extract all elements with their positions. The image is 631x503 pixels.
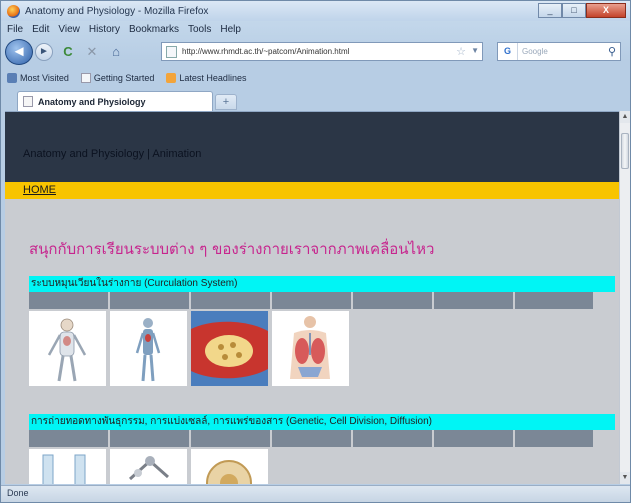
menu-file[interactable]: File [7, 24, 23, 35]
grid-cell [272, 430, 353, 447]
grid-cell [515, 292, 595, 309]
genetics-thumbnail[interactable] [29, 449, 106, 484]
respiratory-thumbnail[interactable] [272, 311, 349, 386]
page-content: Anatomy and Physiology | Animation HOME … [5, 111, 619, 484]
status-text: Done [7, 488, 29, 498]
tab-strip: Anatomy and Physiology + [1, 89, 630, 111]
chevron-down-icon[interactable]: ▼ [471, 46, 479, 55]
grid-cell [191, 292, 272, 309]
reload-icon[interactable]: C [59, 43, 77, 61]
grid-cell [434, 430, 515, 447]
scroll-up-icon[interactable]: ▲ [620, 111, 630, 123]
minimize-button[interactable]: _ [538, 3, 562, 18]
bookmark-getting-started[interactable]: Getting Started [80, 73, 155, 83]
tab-anatomy[interactable]: Anatomy and Physiology [17, 91, 213, 111]
grid-cell [353, 292, 434, 309]
stop-icon[interactable]: ✕ [83, 43, 101, 61]
window-controls: _ □ X [538, 3, 626, 18]
site-title: Anatomy and Physiology | Animation [23, 148, 202, 160]
window-title: Anatomy and Physiology - Mozilla Firefox [25, 5, 209, 17]
forward-button[interactable]: ► [35, 43, 53, 61]
menu-tools[interactable]: Tools [188, 24, 211, 35]
search-icon[interactable]: ⚲ [608, 45, 616, 58]
url-bar[interactable]: http://www.rhmdt.ac.th/~patcom/Animation… [161, 42, 483, 61]
bookmarks-toolbar: Most Visited Getting Started Latest Head… [1, 69, 630, 87]
search-bar[interactable]: G Google ⚲ [497, 42, 621, 61]
thumbnail-row [29, 311, 615, 386]
grid-cell [515, 430, 595, 447]
home-icon[interactable]: ⌂ [107, 43, 125, 61]
grid-cell [29, 292, 110, 309]
grid-cell [29, 430, 110, 447]
site-header: Anatomy and Physiology | Animation [5, 112, 619, 182]
page-icon [166, 45, 177, 58]
close-button[interactable]: X [586, 3, 626, 18]
grid-cell [353, 430, 434, 447]
section-circulation: ระบบหมุนเวียนในร่างกาย (Curculation Syst… [29, 276, 615, 386]
nav-strip [5, 182, 23, 199]
url-text[interactable]: http://www.rhmdt.ac.th/~patcom/Animation… [182, 47, 349, 56]
section-genetics: การถ่ายทอดทางพันธุกรรม, การแบ่งเซลล์, กา… [29, 414, 615, 484]
skeleton-thumbnail[interactable] [29, 311, 106, 386]
search-input[interactable]: Google [522, 47, 608, 56]
navigation-toolbar: ◄ ► C ✕ ⌂ http://www.rhmdt.ac.th/~patcom… [1, 37, 630, 67]
cell-division-thumbnail[interactable] [110, 449, 187, 484]
blood-vessel-thumbnail[interactable] [191, 311, 268, 386]
bookmark-label: Getting Started [93, 73, 155, 83]
grid-cell [110, 292, 191, 309]
grid-cell [434, 292, 515, 309]
bookmark-most-visited[interactable]: Most Visited [7, 73, 69, 83]
bookmark-label: Most Visited [20, 73, 69, 83]
tab-label: Anatomy and Physiology [38, 96, 146, 107]
menu-history[interactable]: History [89, 24, 120, 35]
menu-bar: File Edit View History Bookmarks Tools H… [1, 21, 630, 37]
home-link[interactable]: HOME [23, 184, 56, 196]
google-icon[interactable]: G [498, 43, 518, 60]
browser-window: Anatomy and Physiology - Mozilla Firefox… [0, 0, 631, 503]
most-visited-icon [7, 73, 17, 83]
status-bar: Done [1, 485, 630, 502]
grid-cell [191, 430, 272, 447]
menu-help[interactable]: Help [220, 24, 241, 35]
thumbnail-row [29, 449, 615, 484]
maximize-button[interactable]: □ [562, 3, 586, 18]
rss-feed-icon [166, 73, 177, 83]
vertical-scrollbar[interactable]: ▲ ▼ [619, 111, 630, 484]
page-icon [80, 73, 91, 83]
firefox-logo-icon [7, 4, 20, 18]
grid-cell [110, 430, 191, 447]
menu-view[interactable]: View [58, 24, 80, 35]
section-title[interactable]: การถ่ายทอดทางพันธุกรรม, การแบ่งเซลล์, กา… [29, 414, 615, 430]
circulation-figure-thumbnail[interactable] [110, 311, 187, 386]
page-headline: สนุกกับการเรียนระบบต่าง ๆ ของร่างกายเราจ… [29, 240, 435, 258]
grid-cell [272, 292, 353, 309]
new-tab-button[interactable]: + [215, 94, 237, 110]
grid-row [29, 430, 615, 447]
menu-edit[interactable]: Edit [32, 24, 49, 35]
scroll-thumb[interactable] [621, 133, 629, 169]
bookmark-latest-headlines[interactable]: Latest Headlines [166, 73, 246, 83]
bookmark-star-icon[interactable]: ☆ [456, 45, 466, 58]
site-nav: HOME [23, 182, 619, 199]
scroll-down-icon[interactable]: ▼ [620, 472, 630, 484]
grid-row [29, 292, 615, 309]
page-icon [23, 96, 33, 107]
section-title[interactable]: ระบบหมุนเวียนในร่างกาย (Curculation Syst… [29, 276, 615, 292]
title-bar: Anatomy and Physiology - Mozilla Firefox… [1, 1, 630, 21]
diffusion-thumbnail[interactable] [191, 449, 268, 484]
bookmark-label: Latest Headlines [179, 73, 247, 83]
back-button[interactable]: ◄ [5, 39, 33, 65]
menu-bookmarks[interactable]: Bookmarks [129, 24, 179, 35]
